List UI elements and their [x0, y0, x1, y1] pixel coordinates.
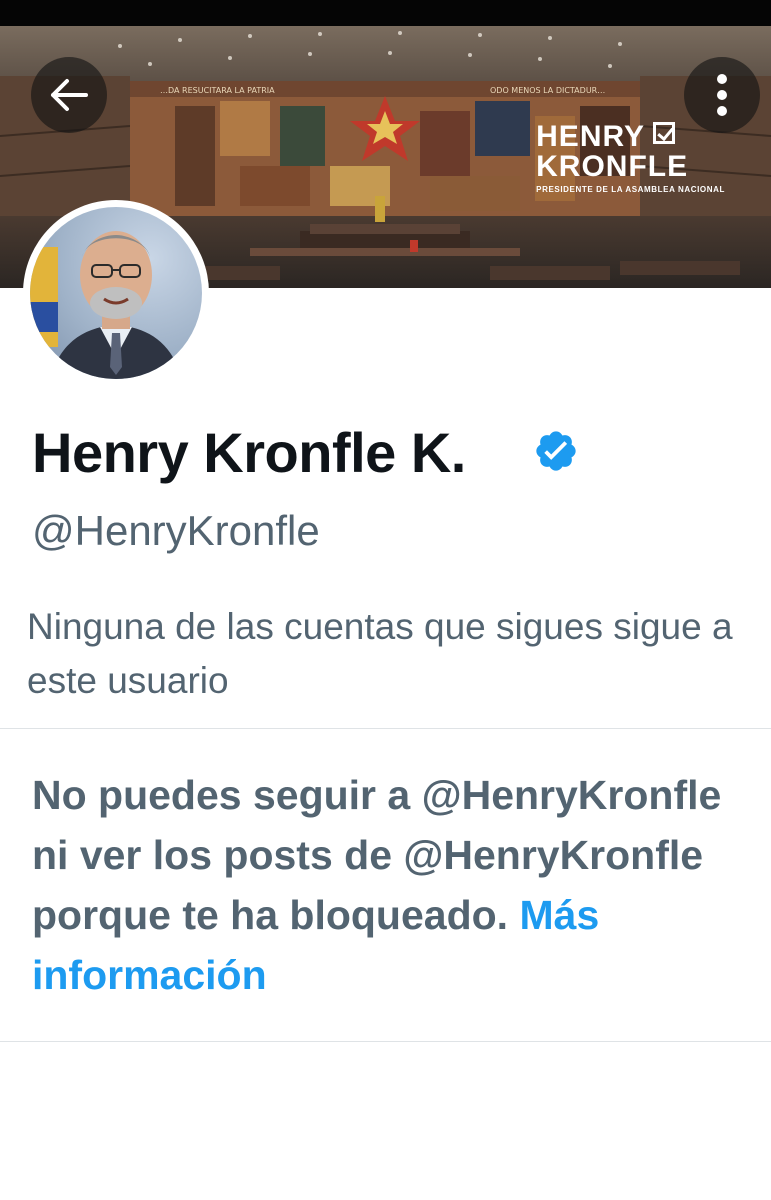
brand-subtitle: PRESIDENTE DE LA ASAMBLEA NACIONAL — [536, 185, 725, 194]
arrow-left-icon — [51, 79, 88, 111]
verified-badge-icon[interactable] — [533, 428, 579, 474]
more-options-button[interactable] — [684, 57, 760, 133]
mural-text-left: …DA RESUCITARA LA PATRIA — [160, 86, 275, 95]
back-button[interactable] — [31, 57, 107, 133]
status-bar — [0, 0, 771, 26]
brand-name-line2: KRONFLE — [536, 150, 689, 183]
avatar[interactable] — [23, 200, 209, 386]
follow-context-text: Ninguna de las cuentas que sigues sigue … — [27, 606, 733, 701]
mural-text-right: ODO MENOS LA DICTADUR… — [490, 86, 605, 95]
brand-name: HENRY — [536, 120, 646, 153]
brand-logo: HENRY KRONFLE PRESIDENTE DE LA ASAMBLEA … — [536, 120, 725, 195]
profile-handle: @HenryKronfle — [32, 507, 320, 554]
profile-display-name: Henry Kronfle K. — [32, 421, 466, 484]
checkbox-icon — [653, 122, 676, 144]
divider — [0, 1041, 771, 1042]
blocked-message-text: No puedes seguir a @HenryKronfle ni ver … — [32, 772, 722, 938]
divider — [0, 728, 771, 729]
avatar-image — [30, 207, 202, 379]
more-vertical-icon — [717, 74, 727, 116]
blocked-notice: No puedes seguir a @HenryKronfle ni ver … — [32, 765, 747, 1005]
